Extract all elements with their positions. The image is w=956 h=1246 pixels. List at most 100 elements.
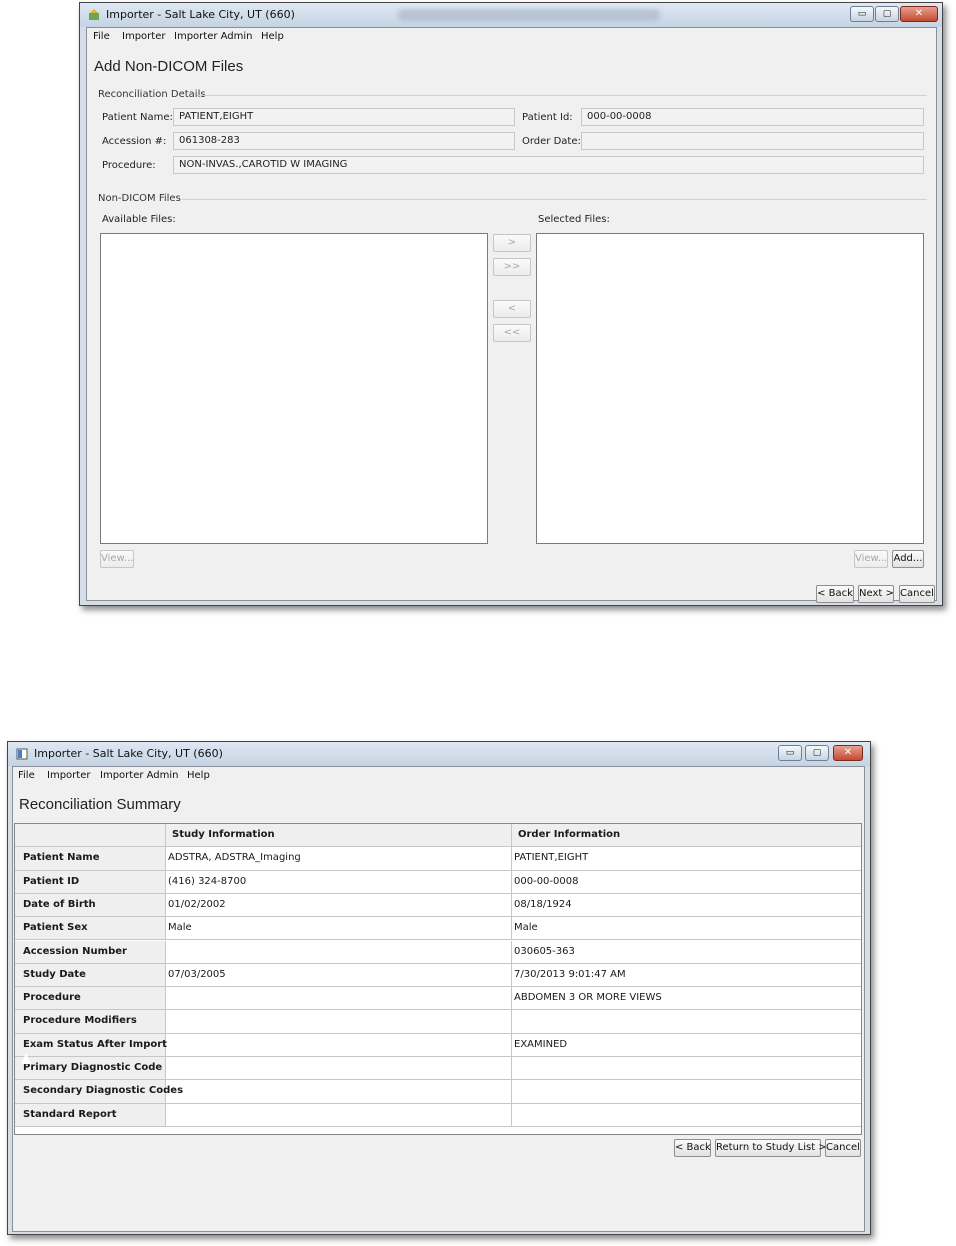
menu-importer-admin[interactable]: Importer Admin	[100, 770, 179, 781]
menu-help[interactable]: Help	[187, 770, 210, 781]
menu-file[interactable]: File	[93, 31, 110, 42]
order-information-cell: EXAMINED	[514, 1038, 568, 1050]
table-row: Patient Name ADSTRA, ADSTRA_Imaging PATIEN…	[15, 847, 861, 871]
close-button[interactable]: ✕	[900, 6, 938, 22]
menu-importer-admin[interactable]: Importer Admin	[174, 31, 253, 42]
cancel-button[interactable]: Cancel	[825, 1139, 861, 1157]
divider	[197, 95, 927, 96]
table-row: Patient ID (416) 324-8700 000-00-0008	[15, 870, 861, 894]
row-label: Study Date	[15, 963, 166, 987]
table-row: Standard Report	[15, 1103, 861, 1127]
row-label: Exam Status After Import	[15, 1033, 167, 1056]
table-row: Exam Status After Import EXAMINED	[15, 1033, 861, 1057]
selected-files-list[interactable]	[536, 233, 924, 544]
title-bar[interactable]: Importer - Salt Lake City, UT (660) ▭ ▢ …	[80, 3, 942, 27]
minimize-button[interactable]: ▭	[778, 745, 802, 761]
maximize-icon: ▢	[882, 9, 892, 19]
app-icon	[16, 748, 28, 760]
table-row: Patient Sex Male Male	[15, 917, 861, 941]
accession-label: Accession #:	[102, 136, 167, 147]
order-date-label: Order Date:	[522, 136, 581, 147]
view-selected-button[interactable]: View...	[854, 550, 888, 568]
close-icon: ✕	[914, 8, 924, 19]
move-one-button[interactable]: >	[493, 234, 531, 252]
non-dicom-group-label: Non-DICOM Files	[98, 193, 181, 204]
study-information-cell	[166, 1033, 512, 1056]
table-row: Procedure Modifiers	[15, 1010, 861, 1034]
row-label: Patient Name	[15, 847, 166, 870]
return-to-study-list-button[interactable]: Return to Study List >	[715, 1139, 827, 1157]
menu-help[interactable]: Help	[261, 31, 284, 42]
patient-name-label: Patient Name:	[102, 112, 173, 123]
selected-files-label: Selected Files:	[538, 214, 610, 225]
order-information-cell: 030605-363	[514, 945, 575, 957]
maximize-button[interactable]: ▢	[875, 6, 899, 22]
page-title: Add Non-DICOM Files	[94, 58, 244, 75]
mouse-cursor-icon	[21, 1053, 31, 1064]
minimize-icon: ▭	[857, 9, 867, 19]
title-bar[interactable]: Importer - Salt Lake City, UT (660) ▭ ▢ …	[8, 742, 870, 766]
table-row: Procedure ABDOMEN 3 OR MORE VIEWS	[15, 987, 861, 1011]
order-information-cell: PATIENT,EIGHT	[514, 852, 589, 864]
table-row: Study Date 07/03/2005 7/30/2013 9:01:47 AM	[15, 963, 861, 988]
row-label: Patient Sex	[15, 917, 166, 940]
maximize-button[interactable]: ▢	[805, 745, 829, 761]
order-information-cell	[512, 1057, 861, 1079]
view-available-button[interactable]: View...	[100, 550, 134, 568]
minimize-button[interactable]: ▭	[850, 6, 874, 22]
reconciliation-group-label: Reconciliation Details	[98, 89, 206, 100]
window-title: Importer - Salt Lake City, UT (660)	[34, 747, 223, 760]
header-cell-empty	[15, 824, 166, 847]
accession-field: 061308-283	[173, 132, 515, 150]
study-information-cell	[166, 987, 512, 1010]
order-information-cell: Male	[514, 922, 538, 934]
back-button[interactable]: < Back	[674, 1139, 711, 1157]
row-label: Secondary Diagnostic Codes	[15, 1080, 183, 1103]
remove-all-button[interactable]: <<	[493, 324, 531, 342]
row-label: Date of Birth	[15, 893, 166, 917]
procedure-label: Procedure:	[102, 160, 156, 171]
move-all-button[interactable]: >>	[493, 258, 531, 276]
study-information-cell: ADSTRA, ADSTRA_Imaging	[166, 847, 512, 870]
table-header-row: Study Information Order Information	[15, 824, 861, 848]
order-date-field	[581, 132, 924, 150]
table-row: Accession Number 030605-363	[15, 940, 861, 964]
close-button[interactable]: ✕	[833, 745, 863, 761]
maximize-icon: ▢	[812, 748, 822, 758]
page-title: Reconciliation Summary	[19, 796, 181, 813]
remove-one-button[interactable]: <	[493, 300, 531, 318]
menu-importer[interactable]: Importer	[47, 770, 90, 781]
blurred-background-text	[398, 9, 660, 21]
order-information-cell	[512, 1104, 861, 1126]
next-button[interactable]: Next >	[858, 585, 894, 603]
study-information-cell: 01/02/2002	[166, 893, 512, 917]
window-title: Importer - Salt Lake City, UT (660)	[106, 8, 295, 21]
header-order-information: Order Information	[512, 824, 861, 847]
menu-importer[interactable]: Importer	[122, 31, 165, 42]
reconciliation-summary-table: Study Information Order Information Patien…	[14, 823, 862, 1135]
close-icon: ✕	[843, 747, 853, 758]
menu-file[interactable]: File	[18, 770, 35, 781]
table-row: Date of Birth 01/02/2002 08/18/1924	[15, 893, 861, 918]
importer-window-add-files: Importer - Salt Lake City, UT (660) ▭ ▢ …	[79, 2, 943, 606]
available-files-label: Available Files:	[102, 214, 176, 225]
study-information-cell	[166, 1103, 512, 1126]
order-information-cell: 7/30/2013 9:01:47 AM	[514, 968, 626, 980]
study-information-cell: (416) 324-8700	[166, 870, 512, 893]
order-information-cell	[512, 1010, 861, 1032]
row-label: Standard Report	[15, 1103, 166, 1126]
order-information-cell	[512, 1080, 861, 1102]
minimize-icon: ▭	[785, 748, 795, 758]
procedure-field: NON-INVAS.,CAROTID W IMAGING	[173, 156, 924, 174]
back-button[interactable]: < Back	[816, 585, 854, 603]
available-files-list[interactable]	[100, 233, 488, 544]
row-label: Procedure Modifiers	[15, 1010, 166, 1033]
header-study-information: Study Information	[166, 824, 512, 847]
patient-id-label: Patient Id:	[522, 112, 573, 123]
table-row: Primary Diagnostic Code	[15, 1057, 861, 1081]
cancel-button[interactable]: Cancel	[899, 585, 935, 603]
study-information-cell	[166, 1057, 512, 1080]
menu-bar: File Importer Importer Admin Help	[87, 28, 936, 46]
row-label: Primary Diagnostic Code	[15, 1057, 166, 1080]
add-file-button[interactable]: Add...	[892, 550, 924, 568]
